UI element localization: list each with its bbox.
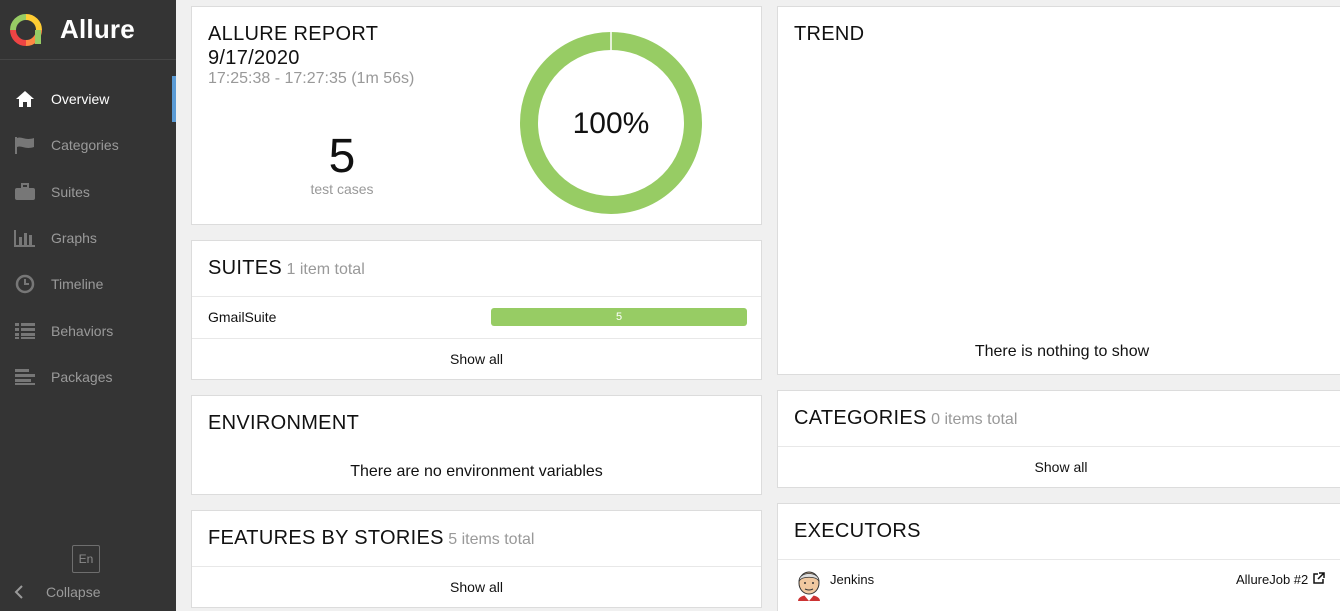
suite-row[interactable]: GmailSuite 5 xyxy=(192,297,761,338)
sidebar-item-packages[interactable]: Packages xyxy=(0,354,176,400)
brand[interactable]: Allure xyxy=(0,0,176,60)
executor-job-label: AllureJob #2 xyxy=(1236,572,1309,587)
sidebar-item-overview[interactable]: Overview xyxy=(0,76,176,123)
sidebar-item-categories[interactable]: Categories xyxy=(0,122,176,168)
external-link-icon xyxy=(1313,572,1325,584)
sidebar: Allure Overview Categories Suites Graphs xyxy=(0,0,176,611)
categories-show-all-link[interactable]: Show all xyxy=(778,459,1340,475)
test-count: 5 xyxy=(328,130,356,183)
chevron-left-icon xyxy=(14,585,23,599)
sidebar-item-label: Timeline xyxy=(51,276,104,293)
environment-widget: ENVIRONMENT There are no environment var… xyxy=(191,395,762,495)
sidebar-item-behaviors[interactable]: Behaviors xyxy=(0,307,176,353)
divider xyxy=(192,566,761,567)
divider xyxy=(778,446,1340,447)
suite-status-bar: 5 xyxy=(491,308,747,326)
features-title: FEATURES BY STORIES xyxy=(208,527,444,549)
trend-empty-message: There is nothing to show xyxy=(974,343,1150,360)
flag-icon xyxy=(14,134,36,156)
sidebar-item-label: Packages xyxy=(51,368,113,385)
sidebar-item-graphs[interactable]: Graphs xyxy=(0,215,176,261)
executor-row: Jenkins AllureJob #2 xyxy=(778,560,1340,604)
pass-rate-label: 100% xyxy=(572,107,650,140)
suites-count: 1 item total xyxy=(286,261,365,278)
sidebar-item-label: Graphs xyxy=(51,230,97,247)
report-time-range: 17:25:38 - 17:27:35 (1m 56s) xyxy=(208,70,415,87)
suites-header: SUITES 1 item total xyxy=(208,257,365,280)
executor-name: Jenkins xyxy=(830,572,875,587)
bar-chart-icon xyxy=(14,227,36,249)
allure-logo xyxy=(10,13,42,46)
categories-header: CATEGORIES 0 items total xyxy=(794,407,1017,430)
collapse-label: Collapse xyxy=(46,584,101,600)
suites-title: SUITES xyxy=(208,257,283,279)
categories-count: 0 items total xyxy=(931,411,1018,428)
features-count: 5 items total xyxy=(448,531,535,548)
suites-show-all-link[interactable]: Show all xyxy=(192,351,761,367)
clock-icon xyxy=(14,273,36,295)
executors-widget: EXECUTORS Jenkins AllureJob #2 xyxy=(777,503,1340,611)
home-icon xyxy=(14,88,36,110)
sidebar-item-timeline[interactable]: Timeline xyxy=(0,261,176,307)
collapse-button[interactable]: Collapse xyxy=(14,584,100,600)
briefcase-icon xyxy=(14,181,36,203)
summary-widget: ALLURE REPORT 9/17/2020 17:25:38 - 17:27… xyxy=(191,6,762,225)
test-count-label: test cases xyxy=(310,181,374,197)
divider xyxy=(192,338,761,339)
sidebar-item-label: Overview xyxy=(51,91,110,108)
report-date: 9/17/2020 xyxy=(208,47,300,69)
jenkins-avatar-icon xyxy=(798,571,820,601)
features-header: FEATURES BY STORIES 5 items total xyxy=(208,527,534,550)
align-left-icon xyxy=(14,366,36,388)
environment-empty-message: There are no environment variables xyxy=(350,463,603,480)
suite-passed-count: 5 xyxy=(615,311,623,323)
list-icon xyxy=(14,320,36,342)
sidebar-nav: Overview Categories Suites Graphs Timeli… xyxy=(0,76,176,400)
features-widget: FEATURES BY STORIES 5 items total Show a… xyxy=(191,510,762,608)
sidebar-item-suites[interactable]: Suites xyxy=(0,169,176,215)
language-switch[interactable]: En xyxy=(72,545,100,573)
brand-name: Allure xyxy=(60,14,135,44)
sidebar-item-label: Suites xyxy=(51,183,90,200)
report-title: ALLURE REPORT xyxy=(208,23,379,45)
environment-title: ENVIRONMENT xyxy=(208,412,360,434)
sidebar-item-label: Behaviors xyxy=(51,322,114,339)
executor-job-link[interactable]: AllureJob #2 xyxy=(1236,572,1325,587)
trend-widget: TREND There is nothing to show xyxy=(777,6,1340,375)
sidebar-item-label: Categories xyxy=(51,137,119,154)
executors-title: EXECUTORS xyxy=(794,520,921,542)
suite-name: GmailSuite xyxy=(208,309,277,325)
categories-widget: CATEGORIES 0 items total Show all xyxy=(777,390,1340,488)
trend-title: TREND xyxy=(794,23,865,45)
suites-widget: SUITES 1 item total GmailSuite 5 Show al… xyxy=(191,240,762,380)
features-show-all-link[interactable]: Show all xyxy=(192,579,761,595)
categories-title: CATEGORIES xyxy=(794,407,927,429)
